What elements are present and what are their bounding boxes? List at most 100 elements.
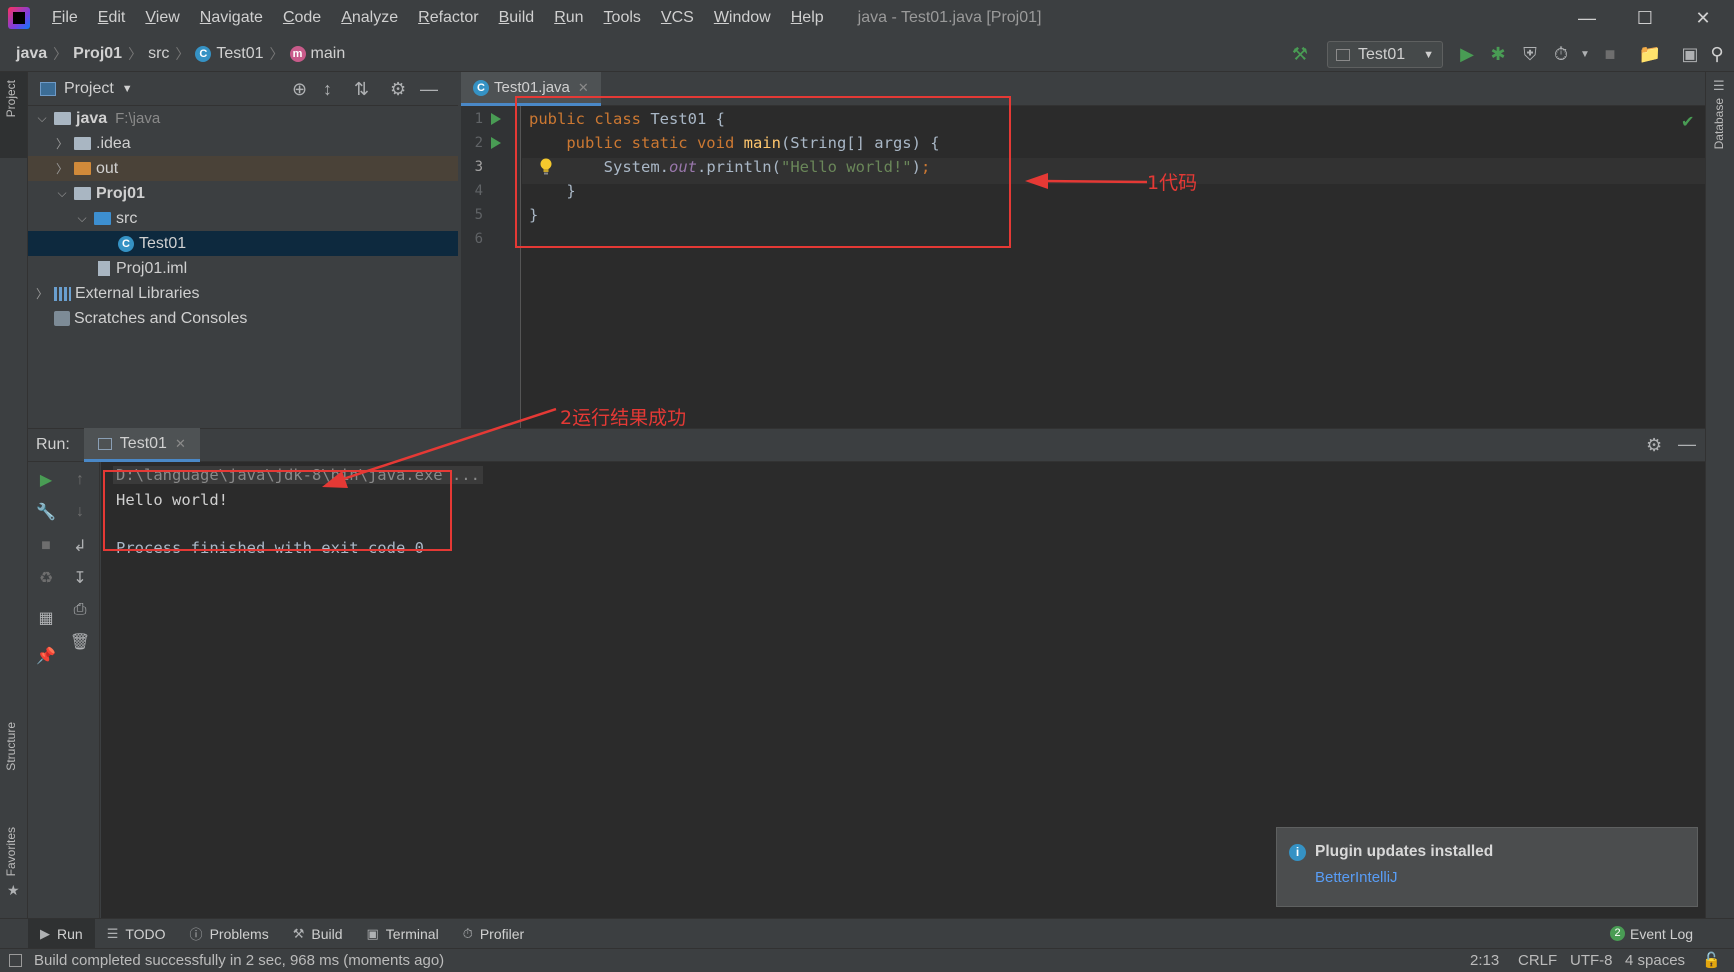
chevron-down-icon[interactable]: ⌵ xyxy=(54,186,70,201)
tree-item-out[interactable]: 〉 out xyxy=(28,156,458,181)
tree-label: Proj01 xyxy=(96,184,145,202)
collapse-all-icon[interactable]: ⇅ xyxy=(354,79,369,100)
breadcrumb-main[interactable]: m main xyxy=(289,45,345,63)
breadcrumb-test01[interactable]: C Test01 xyxy=(195,44,264,63)
toolwindow-build[interactable]: ⚒ Build xyxy=(281,919,355,949)
toolwindow-profiler[interactable]: ⏱ Profiler xyxy=(451,919,537,949)
run-gutter-icon[interactable] xyxy=(491,113,501,125)
code-highlight-box xyxy=(515,96,1011,248)
chevron-right-icon[interactable]: 〉 xyxy=(54,160,70,177)
tree-item-idea[interactable]: 〉 .idea xyxy=(28,131,458,156)
window-icon[interactable]: ▣ xyxy=(1678,42,1702,66)
pin-icon[interactable]: 📌 xyxy=(34,644,58,668)
menu-tools[interactable]: Tools xyxy=(594,0,651,36)
menu-code[interactable]: Code xyxy=(273,0,331,36)
run-configuration-select[interactable]: Test01 ▼ xyxy=(1327,41,1443,68)
layout-icon[interactable]: ▦ xyxy=(34,606,58,630)
print-icon[interactable]: ⎙ xyxy=(68,598,92,622)
rerun-icon[interactable]: ▶ xyxy=(34,468,58,492)
menu-refactor[interactable]: Refactor xyxy=(408,0,488,36)
scroll-to-end-icon[interactable]: ↧ xyxy=(68,566,92,590)
arrow-down-icon[interactable]: ↓ xyxy=(68,500,92,524)
project-view-selector[interactable]: Project xyxy=(64,80,114,98)
structure-stripe-button[interactable]: Structure xyxy=(4,722,18,771)
minimize-icon[interactable]: — xyxy=(1558,0,1616,36)
search-icon[interactable]: ⚲ xyxy=(1705,42,1729,66)
chevron-right-icon[interactable]: 〉 xyxy=(34,285,50,302)
stop-icon[interactable]: ■ xyxy=(34,534,58,558)
tree-item-src[interactable]: ⌵ src xyxy=(28,206,458,231)
locate-icon[interactable]: ⊕ xyxy=(292,79,307,100)
tree-item-java[interactable]: ⌵ java F:\java xyxy=(28,106,458,131)
debug-icon[interactable]: ✱ xyxy=(1486,42,1510,66)
close-icon[interactable]: ✕ xyxy=(1674,0,1732,36)
tree-item-scratches[interactable]: Scratches and Consoles xyxy=(28,306,458,331)
project-structure-icon[interactable]: 📁 xyxy=(1638,42,1662,66)
gear-icon[interactable]: ⚙ xyxy=(390,79,406,100)
menu-window[interactable]: Window xyxy=(704,0,781,36)
class-icon: C xyxy=(118,235,134,252)
run-icon[interactable]: ▶ xyxy=(1455,42,1479,66)
toolwindow-terminal[interactable]: ▣ Terminal xyxy=(355,919,451,949)
chevron-down-icon[interactable]: ▼ xyxy=(122,83,133,95)
line-number: 3 xyxy=(474,159,483,175)
tree-item-proj01[interactable]: ⌵ Proj01 xyxy=(28,181,458,206)
tree-item-test01[interactable]: C Test01 xyxy=(28,231,458,256)
arrow-up-icon[interactable]: ↑ xyxy=(68,468,92,492)
toolwindow-todo[interactable]: ☰ TODO xyxy=(95,919,178,949)
chevron-down-icon[interactable]: ▼ xyxy=(1573,42,1597,66)
chevron-down-icon[interactable]: ⌵ xyxy=(74,211,90,226)
status-message[interactable]: Build completed successfully in 2 sec, 9… xyxy=(34,949,444,972)
run-tab-test01[interactable]: Test01 ✕ xyxy=(83,428,200,462)
soft-wrap-icon[interactable]: ↲ xyxy=(68,534,92,558)
breadcrumb-proj01[interactable]: Proj01 xyxy=(73,45,122,63)
tree-item-external-libraries[interactable]: 〉 External Libraries xyxy=(28,281,458,306)
notification-popup[interactable]: i Plugin updates installed BetterIntelli… xyxy=(1276,827,1698,907)
menu-vcs[interactable]: VCS xyxy=(651,0,704,36)
menu-edit[interactable]: Edit xyxy=(88,0,136,36)
database-stripe-button[interactable]: Database xyxy=(1712,98,1726,149)
chevron-right-icon[interactable]: 〉 xyxy=(54,135,70,152)
hammer-build-icon[interactable]: ⚒ xyxy=(1288,42,1312,66)
toolwindow-problems[interactable]: ⓘ Problems xyxy=(178,919,281,949)
run-gutter-icon[interactable] xyxy=(491,137,501,149)
favorites-stripe-button[interactable]: Favorites xyxy=(4,827,18,876)
lock-icon[interactable]: 🔓 xyxy=(1702,949,1721,972)
chevron-down-icon[interactable]: ⌵ xyxy=(34,111,50,126)
project-stripe-button[interactable]: Project xyxy=(0,72,27,158)
menu-navigate[interactable]: Navigate xyxy=(190,0,273,36)
coverage-icon[interactable]: ⛨ xyxy=(1518,42,1542,66)
menu-help[interactable]: Help xyxy=(781,0,834,36)
stop-icon[interactable]: ■ xyxy=(1598,42,1622,66)
tree-item-proj01-iml[interactable]: Proj01.iml xyxy=(28,256,458,281)
menu-build[interactable]: Build xyxy=(489,0,545,36)
hide-icon[interactable]: — xyxy=(420,79,438,100)
tree-label: Test01 xyxy=(139,234,187,252)
breadcrumb-src[interactable]: src xyxy=(148,45,169,63)
menu-view[interactable]: View xyxy=(135,0,189,36)
menu-analyze[interactable]: Analyze xyxy=(331,0,408,36)
breadcrumb-java[interactable]: java xyxy=(16,45,47,63)
profile-icon[interactable]: ⏱ xyxy=(1549,42,1573,66)
close-tab-icon[interactable]: ✕ xyxy=(175,436,186,452)
close-tab-icon[interactable]: ✕ xyxy=(578,80,589,96)
right-tool-stripe: ☰ Database xyxy=(1705,72,1734,918)
panel-toggle-icon[interactable] xyxy=(9,954,22,967)
wrench-icon[interactable]: 🔧 xyxy=(34,500,58,524)
notification-link[interactable]: BetterIntelliJ xyxy=(1315,869,1398,886)
breadcrumb-label: Test01 xyxy=(216,44,264,62)
toolwindow-run[interactable]: ▶ Run xyxy=(28,918,95,949)
gear-icon[interactable]: ⚙ xyxy=(1646,435,1662,456)
trash-icon[interactable]: 🗑 xyxy=(68,630,92,654)
hide-icon[interactable]: — xyxy=(1678,434,1696,455)
expand-all-icon[interactable]: ↕ xyxy=(323,79,332,100)
menu-file[interactable]: File xyxy=(42,0,88,36)
toolwindow-event-log[interactable]: 2 Event Log xyxy=(1598,919,1705,949)
maximize-icon[interactable]: ☐ xyxy=(1616,0,1674,36)
indent-setting[interactable]: 4 spaces xyxy=(1625,949,1685,972)
file-encoding[interactable]: UTF-8 xyxy=(1570,949,1613,972)
restore-layout-icon[interactable]: ♻ xyxy=(34,566,58,590)
line-separator[interactable]: CRLF xyxy=(1518,949,1557,972)
caret-position[interactable]: 2:13 xyxy=(1470,949,1499,972)
menu-run[interactable]: Run xyxy=(544,0,593,36)
